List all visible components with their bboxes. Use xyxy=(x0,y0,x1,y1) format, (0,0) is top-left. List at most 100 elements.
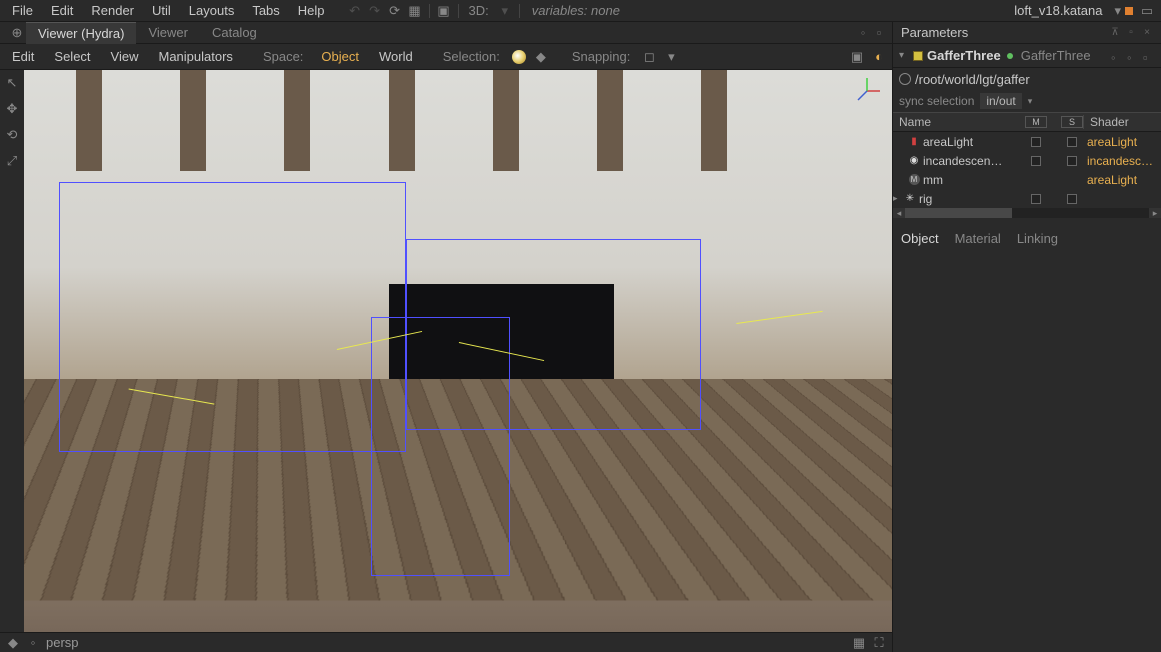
tab-viewer[interactable]: Viewer xyxy=(136,22,200,43)
space-object-button[interactable]: Object xyxy=(313,47,367,66)
mute-checkbox[interactable] xyxy=(1031,194,1041,204)
menu-layouts[interactable]: Layouts xyxy=(181,1,243,20)
scroll-thumb[interactable] xyxy=(905,208,1012,218)
table-row[interactable]: ▸ ✳ rig xyxy=(893,189,1161,208)
refresh-icon[interactable]: ⟳ xyxy=(385,1,405,21)
menu-tabs[interactable]: Tabs xyxy=(244,1,287,20)
select-tool-icon[interactable]: ↖ xyxy=(3,74,21,92)
viewer-menu-edit[interactable]: Edit xyxy=(4,47,42,66)
mute-checkbox[interactable] xyxy=(1031,156,1041,166)
viewer-menu-manipulators[interactable]: Manipulators xyxy=(151,47,241,66)
node-path-row: /root/world/lgt/gaffer xyxy=(893,68,1161,90)
3d-mode-icon[interactable]: ▾ xyxy=(495,1,515,21)
viewport-canvas[interactable] xyxy=(24,70,892,632)
row-label[interactable]: areaLight xyxy=(921,135,1025,149)
filename-dropdown-icon[interactable]: ▾ xyxy=(1114,3,1121,19)
snapping-dropdown-icon[interactable]: ▾ xyxy=(662,48,680,66)
subtab-object[interactable]: Object xyxy=(901,231,939,246)
tab-minimize-icon[interactable]: ◦ xyxy=(856,26,870,40)
camera-icon[interactable]: ▣ xyxy=(434,1,454,21)
status-link-icon[interactable]: ◦ xyxy=(26,636,40,650)
parameters-title: Parameters xyxy=(901,25,968,40)
sync-dropdown-icon[interactable]: ▾ xyxy=(1028,96,1033,107)
col-name[interactable]: Name xyxy=(893,115,1025,129)
variables-label[interactable]: variables: none xyxy=(524,3,628,18)
tab-close-icon[interactable]: ▫ xyxy=(872,26,886,40)
arealight-icon: ▮ xyxy=(907,135,921,149)
node-opt1-icon[interactable]: ◦ xyxy=(1111,50,1123,62)
viewport-light-icon[interactable]: ◐ xyxy=(870,48,888,66)
table-row[interactable]: M mm areaLight xyxy=(893,170,1161,189)
row-shader[interactable]: incandesc… xyxy=(1083,154,1161,168)
filename[interactable]: loft_v18.katana xyxy=(1006,3,1110,18)
status-camera[interactable]: persp xyxy=(46,635,79,650)
panel-menu-icon[interactable]: ▫ xyxy=(1125,27,1137,39)
col-shader[interactable]: Shader xyxy=(1083,115,1161,129)
node-opt2-icon[interactable]: ◦ xyxy=(1127,50,1139,62)
solo-checkbox[interactable] xyxy=(1067,156,1077,166)
col-mute[interactable]: M xyxy=(1025,116,1047,128)
redo-icon[interactable]: ↷ xyxy=(365,1,385,21)
axis-gizmo-icon xyxy=(852,76,882,106)
panel-close-icon[interactable]: × xyxy=(1141,27,1153,39)
expand-icon[interactable]: ▸ xyxy=(893,193,903,204)
rig-icon: ✳ xyxy=(903,192,917,206)
node-path[interactable]: /root/world/lgt/gaffer xyxy=(915,72,1030,87)
render-icon[interactable]: ▦ xyxy=(405,1,425,21)
viewer-tabs: ⊕ Viewer (Hydra) Viewer Catalog ◦ ▫ xyxy=(0,22,892,44)
panel-pin-icon[interactable]: ⊼ xyxy=(1109,27,1121,39)
translate-tool-icon[interactable]: ✥ xyxy=(3,100,21,118)
mute-checkbox[interactable] xyxy=(1031,137,1041,147)
tab-catalog[interactable]: Catalog xyxy=(200,22,269,43)
undo-icon[interactable]: ↶ xyxy=(345,1,365,21)
subtab-linking[interactable]: Linking xyxy=(1017,231,1058,246)
table-row[interactable]: ▮ areaLight areaLight xyxy=(893,132,1161,151)
status-lock-icon[interactable]: ◆ xyxy=(6,636,20,650)
menu-render[interactable]: Render xyxy=(83,1,142,20)
solo-checkbox[interactable] xyxy=(1067,194,1077,204)
table-row[interactable]: ◉ incandescen… incandesc… xyxy=(893,151,1161,170)
row-shader[interactable]: areaLight xyxy=(1083,135,1161,149)
sync-selection-row: sync selection in/out ▾ xyxy=(893,90,1161,112)
node-edited-icon xyxy=(1007,53,1013,59)
menu-file[interactable]: File xyxy=(4,1,41,20)
viewport-camera-icon[interactable]: ▣ xyxy=(848,48,866,66)
tab-viewer-hydra[interactable]: Viewer (Hydra) xyxy=(26,22,136,44)
subtab-material[interactable]: Material xyxy=(955,231,1001,246)
scroll-right-icon[interactable]: ▸ xyxy=(1149,208,1161,218)
node-header: ▾ GafferThree GafferThree ◦ ◦ ▫ xyxy=(893,44,1161,68)
col-solo[interactable]: S xyxy=(1061,116,1083,128)
menu-util[interactable]: Util xyxy=(144,1,179,20)
tab-add-icon[interactable]: ⊕ xyxy=(8,24,26,42)
menu-help[interactable]: Help xyxy=(290,1,333,20)
messages-icon[interactable]: ▭ xyxy=(1137,1,1157,21)
viewer-menu-view[interactable]: View xyxy=(103,47,147,66)
viewer-menu-select[interactable]: Select xyxy=(46,47,98,66)
node-opt3-icon[interactable]: ▫ xyxy=(1143,50,1155,62)
row-label[interactable]: mm xyxy=(921,173,1025,187)
scale-tool-icon[interactable]: ⤢ xyxy=(3,152,21,170)
solo-checkbox[interactable] xyxy=(1067,137,1077,147)
selection-filter-icon[interactable]: ◆ xyxy=(532,48,550,66)
row-shader[interactable]: areaLight xyxy=(1083,173,1161,187)
node-collapse-icon[interactable]: ▾ xyxy=(899,50,909,61)
rotate-tool-icon[interactable]: ⟲ xyxy=(3,126,21,144)
space-world-button[interactable]: World xyxy=(371,47,421,66)
selection-mode-icon[interactable] xyxy=(510,48,528,66)
viewer-toolbar: Edit Select View Manipulators Space: Obj… xyxy=(0,44,892,70)
status-grid-icon[interactable]: ▦ xyxy=(852,636,866,650)
row-label[interactable]: rig xyxy=(917,192,1025,206)
status-expand-icon[interactable]: ⛶ xyxy=(872,636,886,650)
menu-edit[interactable]: Edit xyxy=(43,1,81,20)
viewer-pane: ⊕ Viewer (Hydra) Viewer Catalog ◦ ▫ Edit… xyxy=(0,22,893,652)
param-subtabs: Object Material Linking xyxy=(893,226,1161,250)
node-name[interactable]: GafferThree xyxy=(927,48,1001,63)
table-hscroll[interactable]: ◂ ▸ xyxy=(893,208,1161,218)
path-scope-icon[interactable] xyxy=(899,73,911,85)
snapping-mode-icon[interactable]: ◻ xyxy=(640,48,658,66)
sync-value[interactable]: in/out xyxy=(980,93,1021,109)
row-label[interactable]: incandescen… xyxy=(921,154,1025,168)
viewport-3d[interactable] xyxy=(24,70,892,632)
scroll-left-icon[interactable]: ◂ xyxy=(893,208,905,218)
unsaved-indicator-icon xyxy=(1125,7,1133,15)
